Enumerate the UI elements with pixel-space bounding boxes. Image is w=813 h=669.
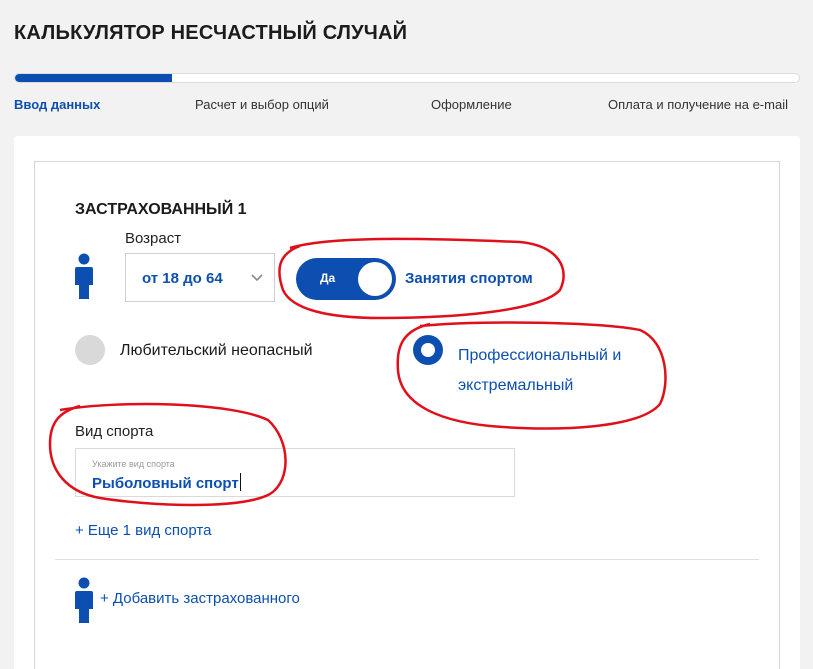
progress-fill [15,74,172,82]
step-data-entry[interactable]: Ввод данных [14,97,100,112]
radio-amateur[interactable] [75,335,105,365]
age-select-value: от 18 до 64 [142,270,223,287]
chevron-down-icon [251,274,263,282]
sport-field-label: Вид спорта [75,423,154,440]
step-registration[interactable]: Оформление [431,97,512,112]
add-sport-link[interactable]: + Еще 1 вид спорта [75,522,211,539]
text-caret [239,473,241,491]
age-select[interactable]: от 18 до 64 [125,253,275,302]
sport-input-placeholder: Укажите вид спорта [92,459,175,469]
sport-input-value: Рыболовный спорт [92,475,239,492]
add-insured-link[interactable]: + Добавить застрахованного [100,590,300,607]
page-title: КАЛЬКУЛЯТОР НЕСЧАСТНЫЙ СЛУЧАЙ [14,22,408,44]
progress-bar [14,73,800,83]
radio-professional-label[interactable]: Профессиональный и экстремальный [458,341,658,401]
divider [55,559,759,560]
radio-amateur-label[interactable]: Любительский неопасный [120,342,313,360]
insured-title: ЗАСТРАХОВАННЫЙ 1 [75,201,247,218]
radio-professional[interactable] [413,335,443,365]
sport-input[interactable]: Укажите вид спорта Рыболовный спорт [75,448,515,497]
sport-toggle[interactable]: Да [296,258,396,300]
age-label: Возраст [125,230,182,247]
step-payment[interactable]: Оплата и получение на e-mail [608,97,788,112]
step-calculation[interactable]: Расчет и выбор опций [195,97,329,112]
toggle-knob [358,262,392,296]
person-icon [75,577,93,623]
sport-toggle-label[interactable]: Занятия спортом [405,270,533,287]
toggle-state-label: Да [320,271,336,285]
person-icon [75,253,93,299]
